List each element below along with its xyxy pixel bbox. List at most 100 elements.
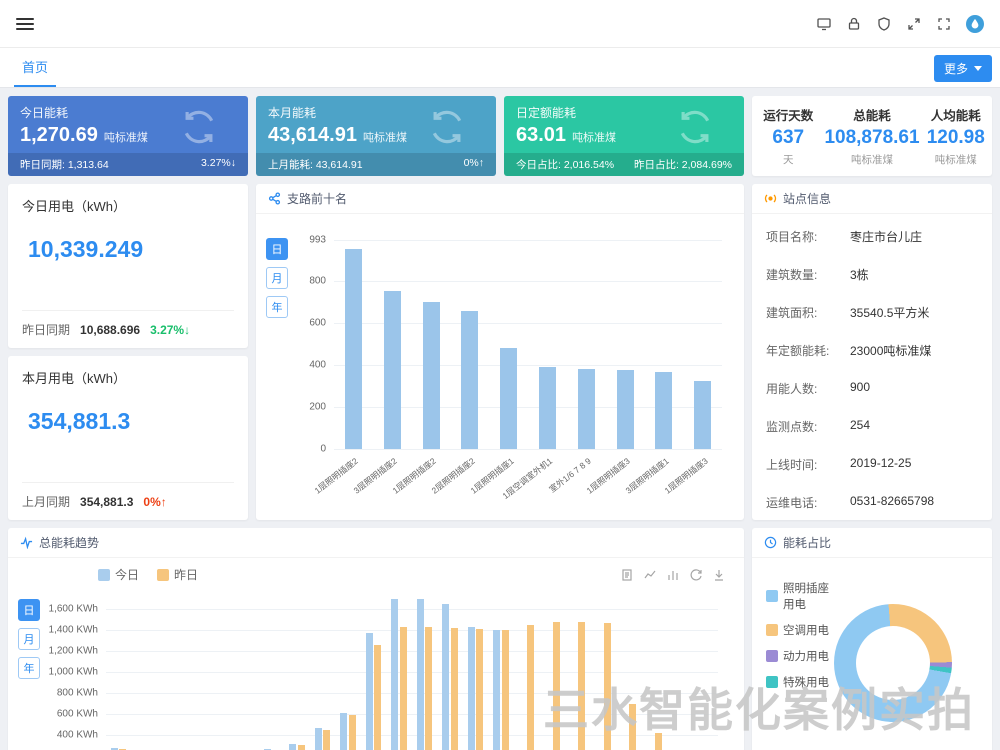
more-button[interactable]: 更多 xyxy=(934,55,992,82)
branch-top10-card: 支路前十名 日 月 年 02004006008009931层照明插座23层照明插… xyxy=(256,184,744,520)
today-electric-value: 10,339.249 xyxy=(28,236,143,263)
card-footer: 昨日同期 10,688.696 3.27%↓ xyxy=(22,310,234,338)
resize-icon[interactable] xyxy=(906,16,922,32)
branch-bar xyxy=(345,249,362,449)
recycle-icon xyxy=(428,108,466,146)
stat-total-energy: 总能耗 108,878.61 吨标准煤 xyxy=(824,96,919,176)
toggle-month[interactable]: 月 xyxy=(266,267,288,289)
station-icon xyxy=(764,192,777,205)
card-header: 总能耗趋势 xyxy=(8,528,744,558)
kpi-unit: 吨标准煤 xyxy=(572,132,616,144)
branch-bar xyxy=(578,369,595,449)
pie-body: 照明插座用电 空调用电 动力用电 特殊用电 xyxy=(752,558,992,722)
chevron-down-icon xyxy=(974,66,982,71)
legend-swatch xyxy=(157,569,169,581)
station-row: 用能人数:900 xyxy=(766,380,978,397)
toolbox-download-icon[interactable] xyxy=(712,568,726,582)
trend-legend: 今日 昨日 xyxy=(98,566,198,583)
tab-bar: 首页 更多 xyxy=(0,48,1000,88)
fullscreen-icon[interactable] xyxy=(936,16,952,32)
lock-icon[interactable] xyxy=(846,16,862,32)
gridline xyxy=(106,735,718,736)
toggle-month[interactable]: 月 xyxy=(18,628,40,650)
trend-bar-昨日 xyxy=(323,730,330,750)
recycle-icon xyxy=(180,108,218,146)
monitor-icon[interactable] xyxy=(816,16,832,32)
gridline xyxy=(106,630,718,631)
branch-bar-chart: 02004006008009931层照明插座23层照明插座21层照明插座22层照… xyxy=(334,240,722,450)
trend-bar-今日 xyxy=(417,599,424,750)
legend-item-hvac[interactable]: 空调用电 xyxy=(766,622,834,638)
kpi-row: 今日能耗 1,270.69吨标准煤 昨日同期: 1,313.643.27%↓ 本… xyxy=(8,96,992,176)
trend-bar-昨日 xyxy=(400,627,407,750)
toggle-year[interactable]: 年 xyxy=(18,657,40,679)
toggle-year[interactable]: 年 xyxy=(266,296,288,318)
branch-bar xyxy=(423,302,440,449)
toolbox-restore-icon[interactable] xyxy=(689,568,703,582)
trend-bar-昨日 xyxy=(298,745,305,750)
trend-bar-昨日 xyxy=(578,622,585,750)
toolbox-dataview-icon[interactable] xyxy=(620,568,634,582)
gridline xyxy=(106,609,718,610)
energy-share-donut-chart xyxy=(834,604,952,722)
trend-top-row: 今日 昨日 xyxy=(8,558,744,583)
top-bar xyxy=(0,0,1000,48)
branch-bar xyxy=(384,291,401,449)
trend-icon xyxy=(20,536,33,549)
y-tick-label: 0 xyxy=(320,444,326,455)
chart-toolbox xyxy=(620,568,726,582)
legend-item-today[interactable]: 今日 xyxy=(98,566,139,583)
legend-item-special[interactable]: 特殊用电 xyxy=(766,674,834,690)
y-tick-label: 800 xyxy=(309,275,326,286)
middle-row: 今日用电（kWh） 10,339.249 昨日同期 10,688.696 3.2… xyxy=(8,184,992,520)
shield-icon[interactable] xyxy=(876,16,892,32)
trend-bar-昨日 xyxy=(629,704,636,750)
y-tick-label: 993 xyxy=(309,235,326,246)
branch-bar xyxy=(655,372,672,449)
bottom-row: 总能耗趋势 今日 昨日 xyxy=(8,528,992,750)
recycle-icon xyxy=(676,108,714,146)
toolbox-line-chart-icon[interactable] xyxy=(643,568,657,582)
branch-chart-body: 日 月 年 02004006008009931层照明插座23层照明插座21层照明… xyxy=(256,214,744,520)
menu-icon[interactable] xyxy=(16,15,34,33)
card-header: 能耗占比 xyxy=(752,528,992,558)
energy-share-card: 能耗占比 照明插座用电 空调用电 动力用电 xyxy=(752,528,992,750)
trend-bar-昨日 xyxy=(502,630,509,750)
legend-item-lighting[interactable]: 照明插座用电 xyxy=(766,580,834,612)
today-electric-card: 今日用电（kWh） 10,339.249 昨日同期 10,688.696 3.2… xyxy=(8,184,248,348)
kpi-footer: 今日占比: 2,016.54%昨日占比: 2,084.69% xyxy=(504,153,744,176)
legend-item-power[interactable]: 动力用电 xyxy=(766,648,834,664)
trend-bar-昨日 xyxy=(604,623,611,750)
trend-bar-昨日 xyxy=(553,622,560,750)
period-toggles: 日 月 年 xyxy=(18,599,42,750)
gridline xyxy=(334,449,722,450)
y-tick-label: 1,000 KWh xyxy=(49,667,98,678)
gridline xyxy=(106,672,718,673)
toolbox-bar-chart-icon[interactable] xyxy=(666,568,680,582)
toggle-day[interactable]: 日 xyxy=(18,599,40,621)
pie-legend: 照明插座用电 空调用电 动力用电 特殊用电 xyxy=(766,580,834,722)
kpi-unit: 吨标准煤 xyxy=(363,132,407,144)
branch-bar xyxy=(694,381,711,449)
kpi-card-today-energy: 今日能耗 1,270.69吨标准煤 昨日同期: 1,313.643.27%↓ xyxy=(8,96,248,176)
legend-swatch xyxy=(98,569,110,581)
card-header: 站点信息 xyxy=(752,184,992,214)
more-button-label: 更多 xyxy=(944,60,968,77)
trend-chart-body: 日 月 年 200 KWh400 KWh600 KWh800 KWh1,000 … xyxy=(8,583,744,750)
toggle-day[interactable]: 日 xyxy=(266,238,288,260)
gridline xyxy=(106,714,718,715)
tab-home[interactable]: 首页 xyxy=(14,57,56,87)
stat-running-days: 运行天数 637 天 xyxy=(752,96,824,176)
trend-bar-今日 xyxy=(468,627,475,750)
percent-change: 0%↑ xyxy=(143,495,166,509)
card-header: 支路前十名 xyxy=(256,184,744,214)
legend-item-yesterday[interactable]: 昨日 xyxy=(157,566,198,583)
station-row: 监测点数:254 xyxy=(766,418,978,435)
stat-per-capita-energy: 人均能耗 120.98 吨标准煤 xyxy=(920,96,992,176)
legend-swatch xyxy=(766,650,778,662)
card-title: 总能耗趋势 xyxy=(39,534,99,551)
brand-logo-water-drop-icon[interactable] xyxy=(966,15,984,33)
summary-stats-panel: 运行天数 637 天 总能耗 108,878.61 吨标准煤 人均能耗 120.… xyxy=(752,96,992,176)
kpi-footer: 昨日同期: 1,313.643.27%↓ xyxy=(8,153,248,176)
month-electric-card: 本月用电（kWh） 354,881.3 上月同期 354,881.3 0%↑ xyxy=(8,356,248,520)
